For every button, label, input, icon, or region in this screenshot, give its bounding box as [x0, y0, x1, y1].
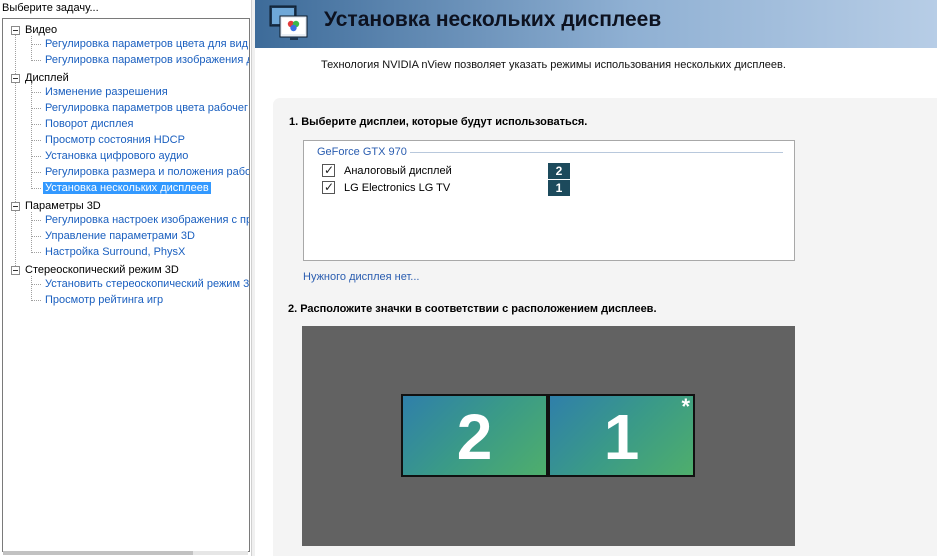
tree-branch	[31, 284, 41, 285]
tree-category-display[interactable]: Дисплей	[25, 72, 69, 84]
page-title: Установка нескольких дисплеев	[324, 8, 662, 31]
tree-branch	[31, 300, 41, 301]
display-number-badge: 2	[548, 163, 570, 179]
tree-branch	[31, 44, 41, 45]
tree-branch	[31, 236, 41, 237]
task-link[interactable]: Регулировка параметров цвета рабочег	[43, 102, 249, 114]
task-tree[interactable]: Видео Регулировка параметров цвета для в…	[2, 18, 250, 552]
tree-category-video[interactable]: Видео	[25, 24, 57, 36]
display-checkbox[interactable]	[322, 180, 335, 194]
tree-branch	[31, 124, 41, 125]
page-banner: Установка нескольких дисплеев	[255, 0, 937, 48]
monitor-tile-2[interactable]: 2	[401, 394, 548, 477]
gpu-name: GeForce GTX 970	[317, 146, 410, 158]
task-link[interactable]: Просмотр состояния HDCP	[43, 134, 187, 146]
display-checkbox[interactable]	[322, 163, 335, 177]
multiple-displays-icon	[269, 4, 309, 42]
monitor-number: 1	[603, 401, 640, 473]
tree-line	[31, 276, 32, 301]
step1-heading: 1. Выберите дисплеи, которые будут испол…	[289, 116, 588, 128]
step2-heading: 2. Расположите значки в соответствии с р…	[288, 303, 657, 315]
tree-branch	[31, 140, 41, 141]
task-link-selected[interactable]: Установка нескольких дисплеев	[43, 182, 211, 194]
monitor-number: 2	[456, 401, 493, 473]
task-link[interactable]: Поворот дисплея	[43, 118, 135, 130]
tree-category-3d[interactable]: Параметры 3D	[25, 200, 101, 212]
group-divider	[400, 152, 783, 153]
content-pane: Установка нескольких дисплеев Технология…	[255, 0, 937, 556]
tree-branch	[31, 188, 41, 189]
tree-line	[31, 84, 32, 189]
settings-panel: 1. Выберите дисплеи, которые будут испол…	[273, 98, 937, 556]
tree-collapse-icon[interactable]	[11, 74, 20, 83]
task-link[interactable]: Просмотр рейтинга игр	[43, 294, 165, 306]
task-link[interactable]: Регулировка настроек изображения с пр	[43, 214, 249, 226]
task-link[interactable]: Изменение разрешения	[43, 86, 170, 98]
task-pane: Выберите задачу... Видео Регулировка пар…	[0, 0, 251, 556]
tree-branch	[31, 108, 41, 109]
task-link[interactable]: Управление параметрами 3D	[43, 230, 197, 242]
display-name: LG Electronics LG TV	[344, 182, 451, 194]
tree-collapse-icon[interactable]	[11, 202, 20, 211]
tree-collapse-icon[interactable]	[11, 26, 20, 35]
task-link[interactable]: Регулировка параметров изображения д	[43, 54, 249, 66]
page-description: Технология NVIDIA nView позволяет указат…	[321, 59, 786, 71]
tree-branch	[31, 156, 41, 157]
monitor-tile-1[interactable]: 1 *	[548, 394, 695, 477]
tree-branch	[31, 60, 41, 61]
missing-display-link[interactable]: Нужного дисплея нет...	[303, 271, 419, 283]
tree-category-stereo[interactable]: Стереоскопический режим 3D	[25, 264, 179, 276]
primary-display-mark: *	[681, 394, 690, 419]
display-number-badge: 1	[548, 180, 570, 196]
tree-line	[31, 212, 32, 253]
tree-branch	[31, 220, 41, 221]
task-link[interactable]: Настройка Surround, PhysX	[43, 246, 187, 258]
display-arrangement-area[interactable]: 2 1 *	[302, 326, 795, 546]
display-selection-box: GeForce GTX 970 Аналоговый дисплей 2 LG …	[303, 140, 795, 261]
task-pane-header: Выберите задачу...	[0, 0, 251, 18]
scrollbar-thumb[interactable]	[3, 551, 193, 555]
tree-branch	[31, 172, 41, 173]
task-link[interactable]: Регулировка параметров цвета для вид	[43, 38, 249, 50]
tree-branch	[31, 92, 41, 93]
tree-line	[31, 36, 32, 61]
tree-branch	[31, 252, 41, 253]
tree-line	[15, 33, 16, 270]
display-name: Аналоговый дисплей	[344, 165, 452, 177]
tree-collapse-icon[interactable]	[11, 266, 20, 275]
task-link[interactable]: Установка цифрового аудио	[43, 150, 190, 162]
task-link[interactable]: Регулировка размера и положения рабо	[43, 166, 249, 178]
task-link[interactable]: Установить стереоскопический режим 3	[43, 278, 249, 290]
